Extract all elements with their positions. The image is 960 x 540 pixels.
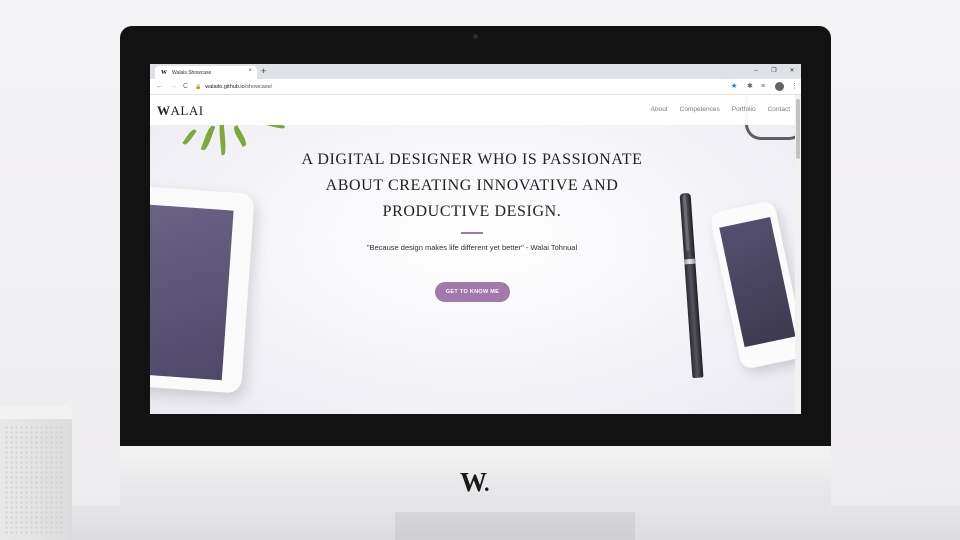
star-icon[interactable]: ★ [731, 82, 737, 92]
screen: W Walais Showcase × + – ❐ ✕ ← → C 🔒 wala… [150, 64, 801, 414]
profile-icon[interactable] [775, 82, 784, 91]
speaker-grille [4, 425, 64, 535]
site-navbar: WALAI About Competences Portfolio Contac… [150, 95, 795, 125]
nav-item-competences[interactable]: Competences [680, 106, 720, 113]
camera-icon [473, 34, 478, 39]
forward-button[interactable]: → [170, 82, 177, 92]
monitor: W Walais Showcase × + – ❐ ✕ ← → C 🔒 wala… [120, 26, 831, 512]
hero-quote: "Because design makes life different yet… [366, 243, 578, 252]
url-host: walaito.github.io [205, 84, 245, 90]
hero-title-line: ABOUT CREATING INNOVATIVE AND [325, 177, 619, 194]
get-to-know-me-button[interactable]: GET TO KNOW ME [435, 282, 510, 302]
tab-close-button[interactable]: × [248, 68, 252, 74]
tablet-decoration [150, 184, 255, 394]
speaker [0, 405, 72, 540]
minimize-button[interactable]: – [747, 64, 765, 79]
hero-title-line: A DIGITAL DESIGNER WHO IS PASSIONATE [301, 151, 643, 168]
close-window-button[interactable]: ✕ [783, 64, 801, 79]
nav-item-portfolio[interactable]: Portfolio [732, 106, 756, 113]
monitor-bezel: W Walais Showcase × + – ❐ ✕ ← → C 🔒 wala… [120, 26, 831, 446]
menu-icon[interactable]: ⋮ [791, 82, 798, 92]
window-controls: – ❐ ✕ [747, 64, 801, 79]
lock-icon: 🔒 [195, 84, 202, 90]
tab-title: Walais Showcase [172, 69, 212, 76]
site-menu: About Competences Portfolio Contact [651, 106, 790, 113]
new-tab-button[interactable]: + [261, 65, 266, 77]
hero-title-line: PRODUCTIVE DESIGN. [382, 203, 562, 220]
nav-item-about[interactable]: About [651, 106, 668, 113]
url-path: /showcase/ [244, 84, 273, 90]
hero-divider [461, 232, 483, 234]
brand-logo: W. [460, 467, 490, 497]
pen-decoration [679, 192, 704, 379]
hero-title: A DIGITAL DESIGNER WHO IS PASSIONATE ABO… [270, 147, 674, 225]
browser-toolbar: ← → C 🔒 walaito.github.io /showcase/ ★ ✱… [150, 79, 801, 95]
page-scrollbar[interactable] [795, 95, 801, 414]
address-bar[interactable]: 🔒 walaito.github.io /showcase/ [195, 82, 725, 92]
browser-tab-bar: W Walais Showcase × + – ❐ ✕ [150, 64, 801, 79]
plant-decoration [175, 118, 286, 165]
web-page: WALAI About Competences Portfolio Contac… [150, 95, 801, 414]
maximize-button[interactable]: ❐ [765, 64, 783, 79]
scroll-thumb[interactable] [796, 99, 800, 159]
browser-tab[interactable]: W Walais Showcase × [155, 66, 257, 79]
back-button[interactable]: ← [156, 82, 163, 92]
nav-item-contact[interactable]: Contact [768, 106, 790, 113]
reload-button[interactable]: C [183, 82, 188, 92]
phone-decoration [709, 199, 801, 371]
favicon-icon: W [161, 69, 167, 76]
site-logo[interactable]: WALAI [157, 104, 204, 117]
playlist-icon[interactable]: ≡ [761, 82, 765, 92]
puzzle-icon[interactable]: ✱ [747, 82, 753, 92]
